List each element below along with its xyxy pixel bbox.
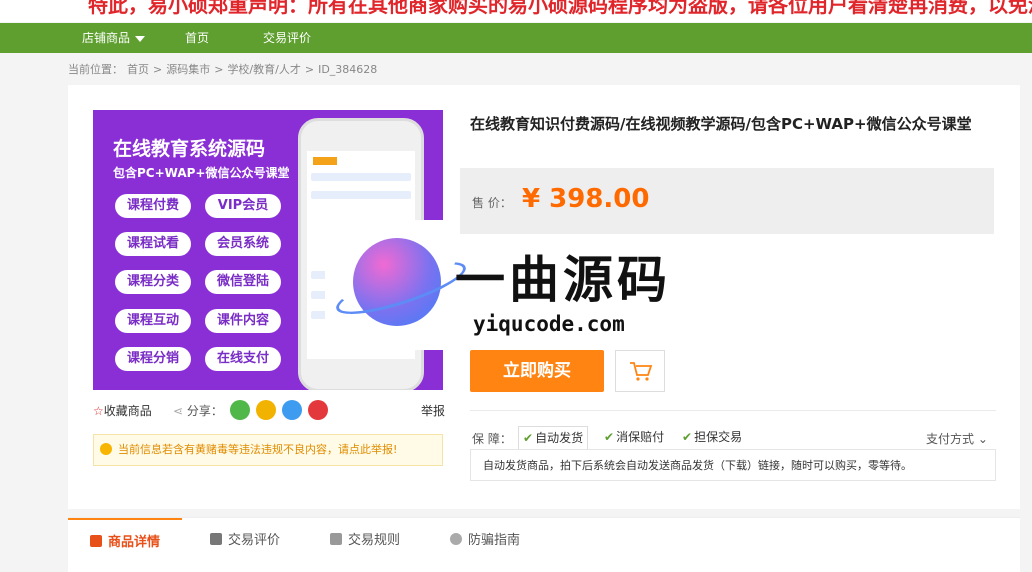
guarantee-item-label: 消保赔付 bbox=[616, 430, 665, 444]
promo-subtitle: 包含PC+WAP+微信公众号课堂 bbox=[113, 166, 290, 180]
tab-label: 商品详情 bbox=[108, 535, 161, 550]
promo-feature: VIP会员 bbox=[205, 194, 281, 218]
share-label: 分享： bbox=[186, 404, 223, 418]
promo-feature: 课程互动 bbox=[115, 309, 191, 333]
favorite-label: 收藏商品 bbox=[103, 404, 152, 418]
favorite-button[interactable]: ☆收藏商品 bbox=[93, 402, 152, 419]
tab-anti-fraud[interactable]: 防骗指南 bbox=[450, 518, 520, 564]
tab-label: 防骗指南 bbox=[468, 533, 521, 548]
breadcrumb: 当前位置： 首页 > 源码集市 > 学校/教育/人才 > ID_384628 bbox=[68, 61, 381, 77]
nav-reviews[interactable]: 交易评价 bbox=[263, 23, 311, 53]
report-link[interactable]: 举报 bbox=[421, 402, 445, 419]
buy-now-button[interactable]: 立即购买 bbox=[470, 350, 604, 392]
top-notice: 特此，易小硕郑重声明：所有在其他商家购买的易小硕源码程序均为盗版，请各位用户看清… bbox=[0, 0, 1032, 22]
tab-label: 交易规则 bbox=[348, 533, 401, 548]
promo-feature: 课程付费 bbox=[115, 194, 191, 218]
cart-icon bbox=[630, 362, 653, 381]
nav-store-products-label: 店铺商品 bbox=[82, 31, 131, 45]
tab-product-details[interactable]: 商品详情 bbox=[68, 518, 183, 566]
qzone-share-icon[interactable] bbox=[256, 400, 276, 420]
watermark-logo: 一曲源码 yiqucode.com bbox=[325, 220, 707, 350]
guarantee-item-label: 担保交易 bbox=[694, 430, 743, 444]
breadcrumb-link-market[interactable]: 源码集市 bbox=[166, 63, 210, 76]
wechat-share-icon[interactable] bbox=[230, 400, 250, 420]
main-nav: 店铺商品 首页 交易评价 bbox=[0, 23, 1032, 53]
tab-label: 交易评价 bbox=[228, 533, 281, 548]
promo-title: 在线教育系统源码 bbox=[113, 138, 266, 160]
promo-feature: 课程分类 bbox=[115, 270, 191, 294]
screen-bar bbox=[311, 191, 411, 199]
promo-feature: 会员系统 bbox=[205, 232, 281, 256]
caret-down-icon bbox=[135, 35, 146, 42]
promo-feature: 微信登陆 bbox=[205, 270, 281, 294]
report-warning[interactable]: 当前信息若含有黄赌毒等违法违规不良内容，请点此举报! bbox=[93, 434, 443, 466]
price-label: 售 价： bbox=[472, 196, 512, 210]
tab-reviews[interactable]: 交易评价 bbox=[210, 518, 280, 564]
promo-feature: 课件内容 bbox=[205, 309, 281, 333]
breadcrumb-prefix: 当前位置： bbox=[68, 63, 123, 76]
qq-share-icon[interactable] bbox=[282, 400, 302, 420]
guarantee-escrow[interactable]: ✔ 担保交易 bbox=[678, 426, 746, 448]
app-logo bbox=[313, 157, 337, 165]
payment-method-dropdown[interactable]: 支付方式 ⌄ bbox=[926, 430, 988, 447]
check-circle-icon: ✔ bbox=[682, 430, 693, 444]
breadcrumb-link-home[interactable]: 首页 bbox=[127, 63, 149, 76]
auto-delivery-description: 自动发货商品，拍下后系统会自动发送商品发货（下载）链接，随时可以购买，零等待。 bbox=[470, 449, 996, 481]
breadcrumb-sep: > bbox=[214, 63, 224, 76]
share-icon: ⋖ bbox=[173, 404, 187, 418]
detail-tabs: 商品详情 交易评价 交易规则 防骗指南 bbox=[68, 517, 1020, 572]
guarantee-consumer-protection[interactable]: ✔ 消保赔付 bbox=[600, 426, 668, 448]
promo-feature: 在线支付 bbox=[205, 347, 281, 371]
bulb-icon bbox=[450, 533, 462, 545]
price-value: ¥ 398.00 bbox=[522, 184, 650, 214]
warning-text: 当前信息若含有黄赌毒等违法违规不良内容，请点此举报! bbox=[118, 443, 398, 456]
breadcrumb-sep: > bbox=[304, 63, 315, 76]
guarantee-item-label: 自动发货 bbox=[535, 431, 584, 445]
check-circle-icon: ✔ bbox=[523, 431, 534, 445]
breadcrumb-current: ID_384628 bbox=[318, 63, 378, 76]
chevron-down-icon: ⌄ bbox=[974, 432, 988, 446]
watermark-en: yiqucode.com bbox=[473, 312, 625, 336]
thumbs-up-icon bbox=[210, 533, 222, 545]
breadcrumb-link-category[interactable]: 学校/教育/人才 bbox=[227, 63, 300, 76]
nav-home[interactable]: 首页 bbox=[185, 23, 209, 53]
add-to-cart-button[interactable] bbox=[615, 350, 665, 392]
scale-icon bbox=[330, 533, 342, 545]
breadcrumb-sep: > bbox=[153, 63, 163, 76]
tab-trade-rules[interactable]: 交易规则 bbox=[330, 518, 400, 564]
check-circle-icon: ✔ bbox=[604, 430, 615, 444]
promo-feature: 课程试看 bbox=[115, 232, 191, 256]
product-title: 在线教育知识付费源码/在线视频教学源码/包含PC+WAP+微信公众号课堂 bbox=[470, 115, 972, 133]
guarantee-auto-delivery[interactable]: ✔ 自动发货 bbox=[518, 426, 589, 449]
share-area: ⋖ 分享： bbox=[173, 402, 223, 419]
lightbulb-icon bbox=[100, 443, 112, 455]
screen-bar bbox=[311, 173, 411, 181]
payment-method-label: 支付方式 bbox=[926, 432, 975, 446]
weibo-share-icon[interactable] bbox=[308, 400, 328, 420]
promo-feature: 课程分销 bbox=[115, 347, 191, 371]
guarantee-label: 保 障： bbox=[472, 432, 512, 446]
details-icon bbox=[90, 535, 102, 547]
price-box: 售 价： ¥ 398.00 bbox=[460, 168, 994, 234]
nav-store-products[interactable]: 店铺商品 bbox=[82, 23, 146, 53]
star-icon: ☆ bbox=[93, 404, 104, 418]
divider bbox=[470, 410, 996, 411]
watermark-cn: 一曲源码 bbox=[455, 250, 671, 309]
